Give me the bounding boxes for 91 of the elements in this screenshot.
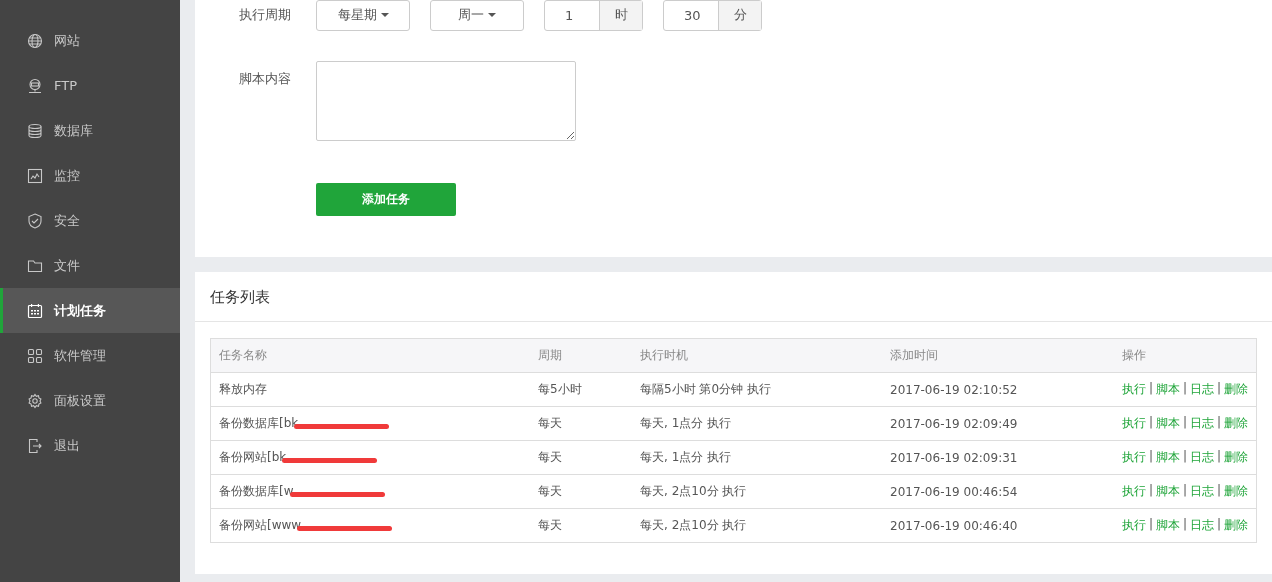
separator: | xyxy=(1217,449,1222,465)
separator: | xyxy=(1217,517,1222,533)
logout-icon xyxy=(27,437,43,454)
sidebar-item[interactable]: 退出 xyxy=(0,423,180,468)
shield-icon xyxy=(27,212,43,229)
sidebar-item[interactable]: 监控 xyxy=(0,153,180,198)
table-cell-text: 每天 xyxy=(537,517,563,534)
action-link[interactable]: 执行 xyxy=(1122,517,1146,534)
separator: | xyxy=(1149,517,1154,533)
action-link[interactable]: 删除 xyxy=(1224,483,1249,500)
caret-icon xyxy=(488,13,496,17)
weekday-dropdown[interactable]: 周一 xyxy=(430,0,524,31)
sidebar-item[interactable]: 安全 xyxy=(0,198,180,243)
panel-title: 任务列表 xyxy=(195,272,1272,322)
script-label: 脚本内容 xyxy=(239,70,292,88)
minute-field[interactable]: 30 分 xyxy=(663,0,762,31)
table-cell-text: 每天, 2点10分 执行 xyxy=(639,517,748,534)
table-cell: 备份网站[www xyxy=(219,517,302,534)
sidebar-item[interactable]: 文件 xyxy=(0,243,180,288)
table-cell-text: 2017-06-19 00:46:40 xyxy=(889,518,1019,533)
action-link[interactable]: 脚本 xyxy=(1156,483,1181,500)
globe-icon xyxy=(27,32,43,49)
table-cell: 备份数据库[w xyxy=(219,483,294,500)
separator: | xyxy=(1183,449,1188,465)
separator: | xyxy=(1183,381,1188,397)
caret-icon xyxy=(380,13,389,17)
table-cell-text: 每天 xyxy=(537,449,563,466)
period-dropdown[interactable]: 每星期 xyxy=(316,0,410,31)
table-cell-text: 每5小时 xyxy=(537,381,583,398)
hour-unit: 时 xyxy=(599,0,642,30)
action-link[interactable]: 脚本 xyxy=(1156,517,1181,534)
table-cell-text: 每天 xyxy=(537,415,563,432)
table-cell-text: 每隔5小时 第0分钟 执行 xyxy=(639,381,772,398)
action-link[interactable]: 删除 xyxy=(1224,415,1249,432)
table-cell-text: 2017-06-19 00:46:54 xyxy=(889,484,1019,499)
separator: | xyxy=(1217,415,1222,431)
period-label: 执行周期 xyxy=(239,6,292,24)
column-header: 添加时间 xyxy=(889,347,939,364)
column-header: 周期 xyxy=(537,347,563,364)
sidebar-item[interactable]: 计划任务 xyxy=(0,288,180,333)
separator: | xyxy=(1149,415,1154,431)
separator: | xyxy=(1149,449,1154,465)
action-link[interactable]: 执行 xyxy=(1122,483,1146,500)
separator: | xyxy=(1183,517,1188,533)
apps-icon xyxy=(27,347,43,364)
table-cell-text: 2017-06-19 02:09:49 xyxy=(889,416,1019,431)
separator: | xyxy=(1149,381,1154,397)
settings-icon xyxy=(27,392,43,409)
table-cell-text: 每天 xyxy=(537,483,563,500)
separator: | xyxy=(1183,483,1188,499)
action-link[interactable]: 日志 xyxy=(1190,449,1215,466)
action-link[interactable]: 执行 xyxy=(1122,415,1146,432)
database-icon xyxy=(27,122,43,139)
table-cell: 释放内存 xyxy=(219,381,267,398)
script-textarea[interactable] xyxy=(316,61,576,141)
sidebar-item[interactable]: FTP xyxy=(0,63,180,108)
chart-icon xyxy=(27,167,43,184)
action-link[interactable]: 日志 xyxy=(1190,381,1215,398)
hour-field[interactable]: 1 时 xyxy=(544,0,643,31)
action-link[interactable]: 脚本 xyxy=(1156,415,1181,432)
sidebar-item[interactable]: 软件管理 xyxy=(0,333,180,378)
action-link[interactable]: 删除 xyxy=(1224,381,1249,398)
action-link[interactable]: 脚本 xyxy=(1156,381,1181,398)
separator: | xyxy=(1217,381,1222,397)
table-cell-text: 每天, 2点10分 执行 xyxy=(639,483,748,500)
sidebar-item[interactable]: 网站 xyxy=(0,18,180,63)
minute-unit: 分 xyxy=(718,0,761,30)
calendar-icon xyxy=(27,302,43,319)
sidebar-item[interactable]: 面板设置 xyxy=(0,378,180,423)
table-cell-text: 每天, 1点分 执行 xyxy=(639,415,733,432)
action-link[interactable]: 脚本 xyxy=(1156,449,1181,466)
action-link[interactable]: 日志 xyxy=(1190,517,1215,534)
action-link[interactable]: 执行 xyxy=(1122,449,1146,466)
action-link[interactable]: 删除 xyxy=(1224,517,1249,534)
separator: | xyxy=(1183,415,1188,431)
column-header: 执行时机 xyxy=(639,347,689,364)
table-cell-text: 每天, 1点分 执行 xyxy=(639,449,733,466)
column-header: 操作 xyxy=(1121,347,1147,364)
separator: | xyxy=(1217,483,1222,499)
action-link[interactable]: 删除 xyxy=(1224,449,1249,466)
folder-icon xyxy=(27,257,43,274)
column-header: 任务名称 xyxy=(218,347,268,364)
action-link[interactable]: 执行 xyxy=(1122,381,1146,398)
action-link[interactable]: 日志 xyxy=(1190,483,1215,500)
separator: | xyxy=(1149,483,1154,499)
sidebar-item[interactable]: 数据库 xyxy=(0,108,180,153)
server-icon xyxy=(27,77,43,94)
add-task-button[interactable]: 添加任务 xyxy=(316,183,456,216)
action-link[interactable]: 日志 xyxy=(1190,415,1215,432)
table-cell-text: 2017-06-19 02:09:31 xyxy=(889,450,1019,465)
table-cell-text: 2017-06-19 02:10:52 xyxy=(889,382,1019,397)
